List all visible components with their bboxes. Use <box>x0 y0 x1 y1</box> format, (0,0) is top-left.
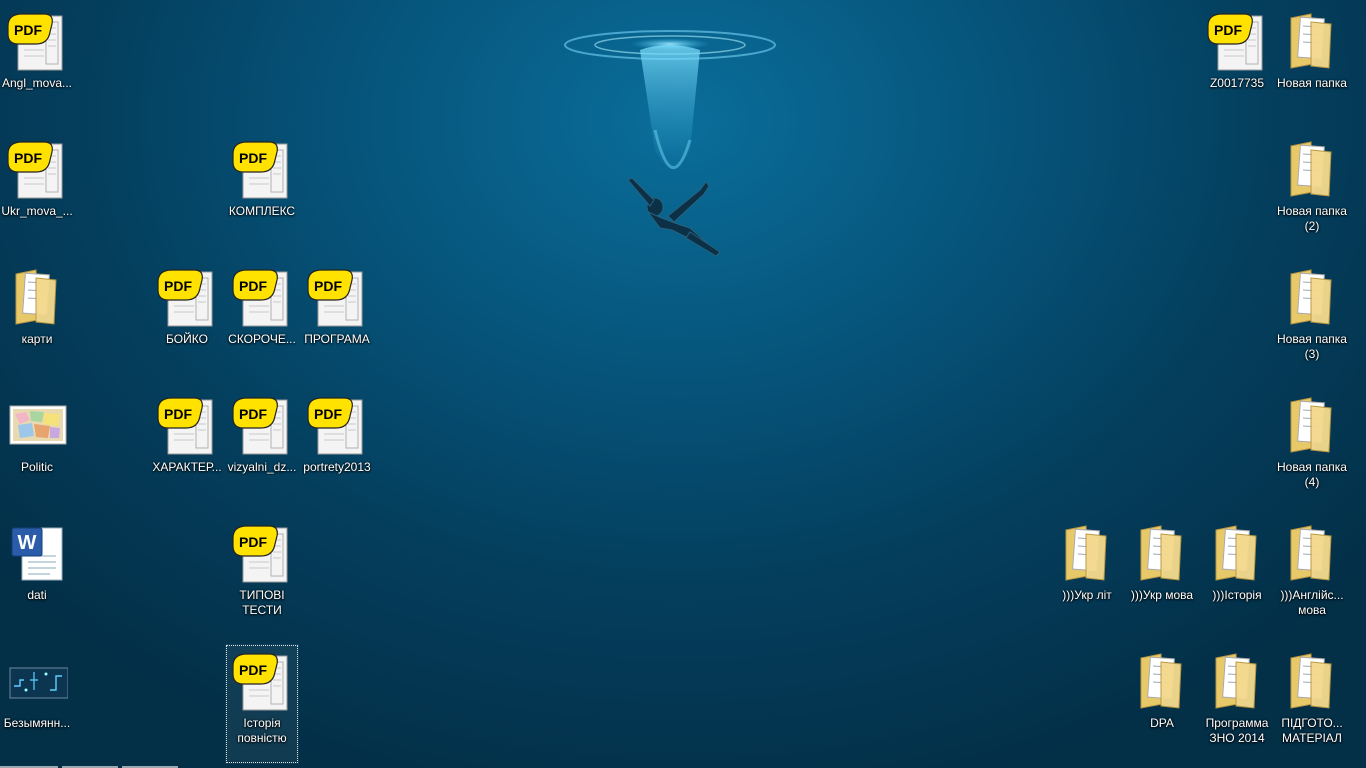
desktop-icon-label: ТИПОВІ ТЕСТИ <box>239 588 285 617</box>
pdf-file-icon: PDF <box>230 266 294 328</box>
pdf-file-icon: PDF <box>230 522 294 584</box>
folder-icon <box>1280 522 1344 584</box>
svg-text:PDF: PDF <box>314 406 342 422</box>
desktop-icon-folder[interactable]: )))Укр літ <box>1050 516 1124 636</box>
desktop-icon-label: )))Історія <box>1212 588 1262 602</box>
folder-icon <box>5 266 69 328</box>
folder-icon <box>1280 650 1344 712</box>
desktop-icon-pdf[interactable]: PDF СКОРОЧЕ... <box>225 260 299 380</box>
folder-icon <box>1280 138 1344 200</box>
desktop-icon-label: dati <box>27 588 47 602</box>
svg-text:PDF: PDF <box>314 278 342 294</box>
svg-text:W: W <box>18 532 37 554</box>
pdf-file-icon: PDF <box>230 138 294 200</box>
svg-text:PDF: PDF <box>164 278 192 294</box>
desktop-icon-pdf[interactable]: PDF БОЙКО <box>150 260 224 380</box>
desktop-icon-label: ПРОГРАМА <box>304 332 370 346</box>
desktop-icon-label: DPA <box>1150 716 1174 730</box>
svg-text:PDF: PDF <box>239 150 267 166</box>
desktop-icon-label: Новая папка (2) <box>1277 204 1347 233</box>
desktop-icon-label: Новая папка (3) <box>1277 332 1347 361</box>
desktop-icon-label: Z0017735 <box>1209 76 1265 90</box>
desktop-icon-label: СКОРОЧЕ... <box>228 332 296 346</box>
desktop-icon-pdf[interactable]: PDF vizyalni_dz... <box>225 388 299 508</box>
pdf-file-icon: PDF <box>305 266 369 328</box>
desktop-icon-label: Новая папка <box>1277 76 1347 90</box>
desktop-icon-label: БОЙКО <box>166 332 208 346</box>
svg-text:PDF: PDF <box>14 150 42 166</box>
desktop-icon-pdf[interactable]: PDF Z0017735 <box>1200 4 1274 124</box>
desktop-icon-label: )))Укр мова <box>1130 588 1194 602</box>
svg-text:PDF: PDF <box>239 406 267 422</box>
desktop-icon-folder[interactable]: )))Англійс... мова <box>1275 516 1349 636</box>
desktop-icon-pdf[interactable]: PDF КОМПЛЕКС <box>225 132 299 252</box>
desktop-icon-folder[interactable]: DPA <box>1125 644 1199 764</box>
pdf-file-icon: PDF <box>5 138 69 200</box>
desktop-icon-label: )))Укр літ <box>1062 588 1112 602</box>
desktop-icon-label: КОМПЛЕКС <box>228 204 296 218</box>
folder-icon <box>1280 10 1344 72</box>
desktop-icon-pdf[interactable]: PDF ТИПОВІ ТЕСТИ <box>225 516 299 636</box>
desktop-icon-pdf[interactable]: PDF portrety2013 <box>300 388 374 508</box>
pdf-file-icon: PDF <box>230 394 294 456</box>
desktop-icon-pdf[interactable]: PDF ПРОГРАМА <box>300 260 374 380</box>
pdf-file-icon: PDF <box>155 394 219 456</box>
desktop-icon-image-dark[interactable]: Безымянн... <box>0 644 74 764</box>
svg-text:PDF: PDF <box>239 278 267 294</box>
desktop-icon-label: )))Англійс... мова <box>1280 588 1344 617</box>
pdf-file-icon: PDF <box>5 10 69 72</box>
pdf-file-icon: PDF <box>1205 10 1269 72</box>
desktop-icon-label: Politic <box>20 460 53 474</box>
desktop-icon-label: Безымянн... <box>3 716 71 730</box>
desktop-icon-image[interactable]: Politic <box>0 388 74 508</box>
desktop-icon-label: Історія повністю <box>237 716 287 745</box>
svg-text:PDF: PDF <box>164 406 192 422</box>
desktop-icon-folder[interactable]: ПІДГОТО... МАТЕРІАЛ <box>1275 644 1349 764</box>
svg-text:PDF: PDF <box>1214 22 1242 38</box>
folder-icon <box>1130 522 1194 584</box>
svg-text:PDF: PDF <box>239 534 267 550</box>
desktop-icon-label: Программа ЗНО 2014 <box>1205 716 1269 745</box>
folder-icon <box>1205 522 1269 584</box>
desktop-icon-pdf[interactable]: PDF Angl_mova... <box>0 4 74 124</box>
svg-text:PDF: PDF <box>239 662 267 678</box>
pdf-file-icon: PDF <box>305 394 369 456</box>
word-document-icon: W <box>5 522 69 584</box>
svg-text:PDF: PDF <box>14 22 42 38</box>
desktop-icon-folder[interactable]: Программа ЗНО 2014 <box>1200 644 1274 764</box>
desktop-icon-folder[interactable]: карти <box>0 260 74 380</box>
folder-icon <box>1130 650 1194 712</box>
desktop-icon-folder[interactable]: )))Історія <box>1200 516 1274 636</box>
desktop-icon-label: ХАРАКТЕР... <box>152 460 222 474</box>
desktop-icon-folder[interactable]: Новая папка (3) <box>1275 260 1349 380</box>
desktop-icon-word[interactable]: W dati <box>0 516 74 636</box>
desktop-icon-label: vizyalni_dz... <box>227 460 297 474</box>
folder-icon <box>1280 266 1344 328</box>
desktop-icon-pdf[interactable]: PDF Ukr_mova_... <box>0 132 74 252</box>
desktop-icon-folder[interactable]: Новая папка (4) <box>1275 388 1349 508</box>
pdf-file-icon: PDF <box>155 266 219 328</box>
folder-icon <box>1055 522 1119 584</box>
folder-icon <box>1280 394 1344 456</box>
image-file-icon <box>5 650 69 712</box>
pdf-file-icon: PDF <box>230 650 294 712</box>
desktop-icon-label: Новая папка (4) <box>1277 460 1347 489</box>
desktop-icon-pdf[interactable]: PDF ХАРАКТЕР... <box>150 388 224 508</box>
desktop-icon-folder[interactable]: Новая папка (2) <box>1275 132 1349 252</box>
desktop-icon-label: карти <box>21 332 53 346</box>
desktop-icon-label: portrety2013 <box>303 460 371 474</box>
desktop-icon-label: Angl_mova... <box>1 76 73 90</box>
desktop-icon-folder[interactable]: )))Укр мова <box>1125 516 1199 636</box>
desktop-icon-folder[interactable]: Новая папка <box>1275 4 1349 124</box>
desktop-icon-pdf[interactable]: PDF Історія повністю <box>225 644 299 764</box>
desktop-icon-label: Ukr_mova_... <box>1 204 73 218</box>
folder-icon <box>1205 650 1269 712</box>
image-file-icon <box>5 394 69 456</box>
desktop-icon-label: ПІДГОТО... МАТЕРІАЛ <box>1281 716 1343 745</box>
